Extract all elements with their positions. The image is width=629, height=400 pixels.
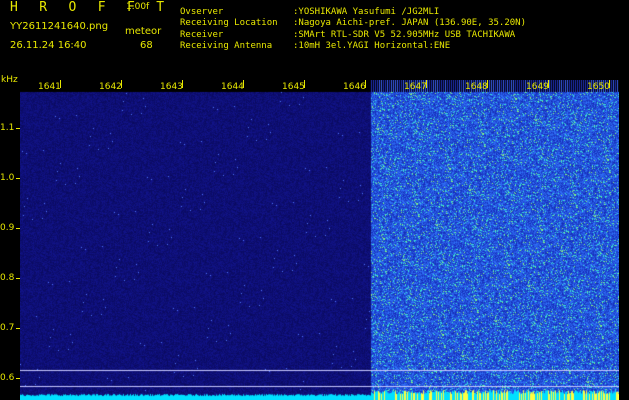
x-tick-mark [426,80,427,88]
file-name: YY2611241640.png [10,21,109,32]
x-tick-mark [60,80,61,88]
detect-label: meteor [125,26,162,37]
info-label: Ovserver [180,7,224,17]
info-value: :SMArt RTL-SDR V5 52.905MHz USB TACHIKAW… [293,30,516,40]
info-label: Receiving Antenna [180,41,273,51]
x-tick-mark [243,80,244,88]
info-receiver: Receiver :SMArt RTL-SDR V5 52.905MHz USB … [180,30,515,40]
x-tick-mark [487,80,488,88]
x-tick-label: 1650 [587,82,610,92]
info-value: :Nagoya Aichi-pref. JAPAN (136.90E, 35.2… [293,18,526,28]
y-tick-label: 1.0 [0,173,15,183]
x-tick-mark [121,80,122,88]
info-value: :YOSHIKAWA Yasufumi /JG2MLI [293,7,440,17]
x-tick-mark [365,80,366,88]
info-label: Receiving Location [180,18,278,28]
y-tick-label: 0.8 [0,273,15,283]
x-tick-label: 1642 [99,82,122,92]
x-tick-mark [304,80,305,88]
spectrogram-panel [20,80,619,400]
x-tick-label: 1641 [38,82,61,92]
x-tick-mark [182,80,183,88]
info-value: :10mH 3el.YAGI Horizontal:ENE [293,41,451,51]
info-observer: Ovserver :YOSHIKAWA Yasufumi /JG2MLI [180,7,439,17]
info-antenna: Receiving Antenna :10mH 3el.YAGI Horizont… [180,41,450,51]
datetime: 26.11.24 16:40 [10,40,87,51]
x-tick-label: 1646 [343,82,366,92]
x-tick-label: 1644 [221,82,244,92]
x-tick-mark [548,80,549,88]
y-axis-unit: kHz [1,75,18,85]
y-tick-label: 0.7 [0,323,15,333]
hroft-window: H R O F F T 1.00f YY2611241640.png meteo… [0,0,629,400]
app-version: 1.00f [126,2,150,12]
x-tick-label: 1645 [282,82,305,92]
x-tick-mark [609,80,610,88]
x-tick-label: 1649 [526,82,549,92]
info-location: Receiving Location :Nagoya Aichi-pref. JA… [180,18,526,28]
x-tick-label: 1648 [465,82,488,92]
y-tick-label: 0.9 [0,223,15,233]
x-tick-label: 1643 [160,82,183,92]
y-tick-label: 0.6 [0,373,15,383]
detection-count: 68 [140,40,153,51]
y-tick-label: 1.1 [0,123,15,133]
spectrogram-canvas [20,80,619,400]
info-label: Receiver [180,30,224,40]
x-tick-label: 1647 [404,82,427,92]
